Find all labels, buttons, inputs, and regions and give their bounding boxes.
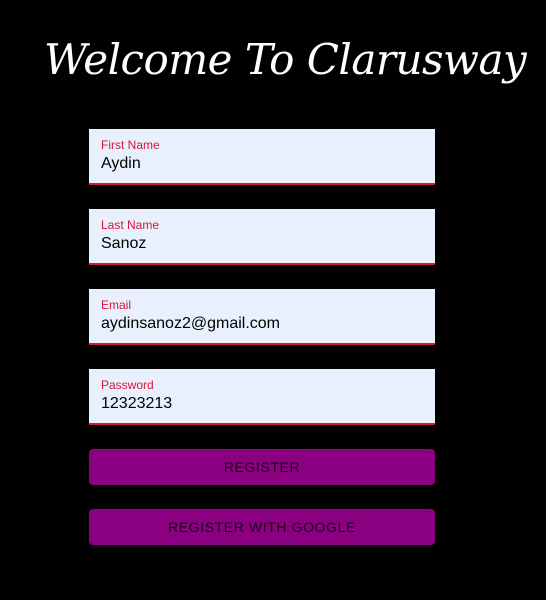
password-field[interactable]: Password [89,369,435,425]
password-label: Password [101,378,154,392]
last-name-input[interactable] [101,233,421,255]
email-label: Email [101,298,132,312]
register-button[interactable]: REGISTER [89,449,435,485]
last-name-field[interactable]: Last Name [89,209,435,265]
first-name-label: First Name [101,138,160,152]
register-page: Welcome To Clarusway First Name Last Nam… [0,0,546,600]
register-with-google-button[interactable]: REGISTER WITH GOOGLE [89,509,435,545]
email-field[interactable]: Email [89,289,435,345]
last-name-label: Last Name [101,218,160,232]
page-title: Welcome To Clarusway [44,35,527,84]
password-input[interactable] [101,393,421,415]
first-name-field[interactable]: First Name [89,129,435,185]
first-name-input[interactable] [101,153,421,175]
email-input[interactable] [101,313,421,335]
